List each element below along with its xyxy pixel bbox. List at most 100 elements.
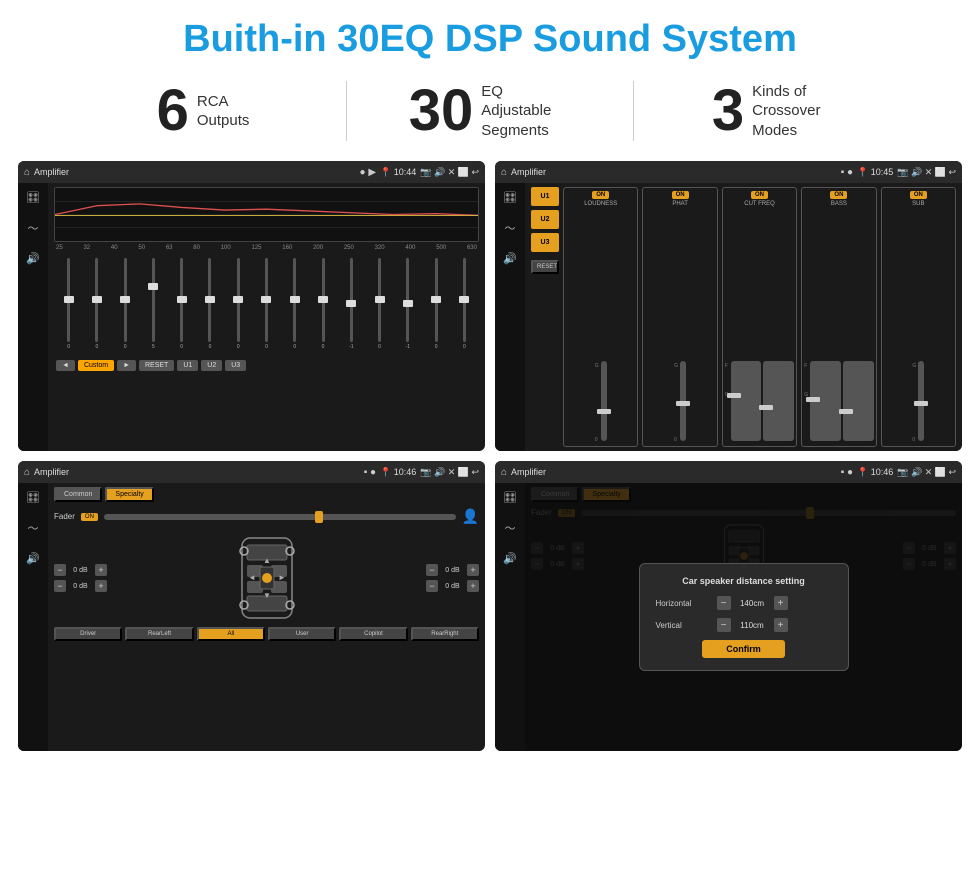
stat-number-rca: 6 — [157, 82, 189, 140]
amp-u3[interactable]: U3 — [531, 233, 559, 252]
eq-slider-15[interactable]: 0 — [452, 258, 477, 350]
vertical-plus-btn[interactable]: + — [774, 618, 788, 632]
amp-u1[interactable]: U1 — [531, 187, 559, 206]
rl-plus-btn[interactable]: + — [95, 580, 107, 592]
eq-custom-btn[interactable]: Custom — [78, 360, 114, 371]
cutfreq-slider-g[interactable] — [763, 361, 794, 441]
fl-plus-btn[interactable]: + — [95, 564, 107, 576]
eq-slider-1[interactable]: 0 — [56, 258, 81, 350]
sub-on[interactable]: ON — [910, 191, 927, 199]
phat-on[interactable]: ON — [672, 191, 689, 199]
eq-slider-8[interactable]: 0 — [254, 258, 279, 350]
eq-u3-btn[interactable]: U3 — [225, 360, 246, 371]
eq-reset-btn[interactable]: RESET — [139, 360, 174, 371]
vertical-row: Vertical − 110cm + — [656, 618, 832, 632]
eq-slider-12[interactable]: 0 — [367, 258, 392, 350]
rr-plus-btn[interactable]: + — [467, 580, 479, 592]
eq-icon-2[interactable]: 🎛 — [503, 191, 517, 204]
fader-on-badge[interactable]: ON — [81, 513, 98, 521]
eq-slider-7[interactable]: 0 — [226, 258, 251, 350]
home-icon-4[interactable]: ⌂ — [501, 467, 507, 478]
vertical-minus-btn[interactable]: − — [717, 618, 731, 632]
screen1-sidebar: 🎛 〜 🔊 — [18, 183, 48, 451]
screen4: ⌂ Amplifier ▪ ● 📍 10:46 📷 🔊 ✕ ⬜ ↩ 🎛 〜 🔊 … — [495, 461, 962, 751]
tab-specialty[interactable]: Specialty — [105, 487, 153, 502]
amp-u2[interactable]: U2 — [531, 210, 559, 229]
speaker-icon-2[interactable]: 🔊 — [503, 252, 517, 265]
eq-slider-2[interactable]: 0 — [84, 258, 109, 350]
home-icon-2[interactable]: ⌂ — [501, 167, 507, 178]
rear-left-btn[interactable]: RearLeft — [125, 627, 193, 641]
car-diagram: ▲ ▼ ◄ ► — [222, 533, 312, 623]
screen4-time: 📍 10:46 — [857, 467, 893, 478]
bass-slider-g[interactable] — [843, 361, 874, 441]
eq-slider-5[interactable]: 0 — [169, 258, 194, 350]
user-btn[interactable]: User — [268, 627, 336, 641]
rear-right-btn[interactable]: RearRight — [411, 627, 479, 641]
rl-minus-btn[interactable]: − — [54, 580, 66, 592]
left-speaker-controls: − 0 dB + − 0 dB + — [54, 564, 107, 592]
sub-slider[interactable] — [918, 361, 924, 441]
wave-icon-3[interactable]: 〜 — [28, 520, 39, 536]
eq-slider-14[interactable]: 0 — [423, 258, 448, 350]
all-btn[interactable]: All — [197, 627, 265, 641]
eq-icon[interactable]: 🎛 — [26, 191, 40, 204]
horizontal-minus-btn[interactable]: − — [717, 596, 731, 610]
fr-minus-btn[interactable]: − — [426, 564, 438, 576]
cutfreq-slider-f[interactable] — [731, 361, 762, 441]
horizontal-value: 140cm — [735, 599, 770, 608]
bass-on[interactable]: ON — [830, 191, 847, 199]
fl-db-value: 0 dB — [68, 567, 93, 574]
eq-u1-btn[interactable]: U1 — [177, 360, 198, 371]
eq-slider-4[interactable]: 5 — [141, 258, 166, 350]
confirm-button[interactable]: Confirm — [702, 640, 785, 658]
eq-slider-9[interactable]: 0 — [282, 258, 307, 350]
eq-icon-3[interactable]: 🎛 — [26, 491, 40, 504]
rr-db-control: − 0 dB + — [426, 580, 479, 592]
home-icon-3[interactable]: ⌂ — [24, 467, 30, 478]
phat-slider[interactable] — [680, 361, 686, 441]
screen3-icons: 📷 🔊 ✕ ⬜ ↩ — [420, 467, 479, 478]
svg-text:▼: ▼ — [263, 591, 271, 600]
tab-common[interactable]: Common — [54, 487, 102, 502]
eq-slider-10[interactable]: 0 — [310, 258, 335, 350]
eq-prev-btn[interactable]: ◄ — [56, 360, 75, 371]
stat-number-eq: 30 — [409, 82, 474, 140]
dot-icon-1: ● ▶ — [360, 167, 377, 178]
screen1-topbar: ⌂ Amplifier ● ▶ 📍 10:44 📷 🔊 ✕ ⬜ ↩ — [18, 161, 485, 183]
rl-db-value: 0 dB — [68, 583, 93, 590]
speaker-icon-3[interactable]: 🔊 — [26, 552, 40, 565]
driver-btn[interactable]: Driver — [54, 627, 122, 641]
cutfreq-on[interactable]: ON — [751, 191, 768, 199]
wave-icon-2[interactable]: 〜 — [505, 220, 516, 236]
wave-icon[interactable]: 〜 — [28, 220, 39, 236]
amp-reset-btn[interactable]: RESET — [531, 260, 559, 274]
speaker-icon-1[interactable]: 🔊 — [26, 252, 40, 265]
eq-next-btn[interactable]: ► — [117, 360, 136, 371]
eq-u2-btn[interactable]: U2 — [201, 360, 222, 371]
stat-rca: 6 RCAOutputs — [60, 82, 346, 140]
rl-db-control: − 0 dB + — [54, 580, 107, 592]
wave-icon-4[interactable]: 〜 — [505, 520, 516, 536]
eq-slider-3[interactable]: 0 — [113, 258, 138, 350]
rr-minus-btn[interactable]: − — [426, 580, 438, 592]
loudness-on[interactable]: ON — [592, 191, 609, 199]
copilot-btn[interactable]: Copilot — [339, 627, 407, 641]
fr-plus-btn[interactable]: + — [467, 564, 479, 576]
bass-slider-f[interactable] — [810, 361, 841, 441]
amp-presets: U1 U2 U3 RESET — [531, 187, 559, 447]
screen2-icons: 📷 🔊 ✕ ⬜ ↩ — [897, 167, 956, 178]
eq-icon-4[interactable]: 🎛 — [503, 491, 517, 504]
eq-slider-11[interactable]: -1 — [339, 258, 364, 350]
home-icon-1[interactable]: ⌂ — [24, 167, 30, 178]
eq-slider-13[interactable]: -1 — [395, 258, 420, 350]
fl-minus-btn[interactable]: − — [54, 564, 66, 576]
loudness-slider[interactable] — [601, 361, 607, 441]
horizontal-plus-btn[interactable]: + — [774, 596, 788, 610]
stat-eq: 30 EQ AdjustableSegments — [347, 82, 633, 141]
eq-slider-6[interactable]: 0 — [197, 258, 222, 350]
speaker-icon-4[interactable]: 🔊 — [503, 552, 517, 565]
fader-slider[interactable] — [104, 514, 456, 520]
fr-db-value: 0 dB — [440, 567, 465, 574]
screen4-sidebar: 🎛 〜 🔊 — [495, 483, 525, 751]
